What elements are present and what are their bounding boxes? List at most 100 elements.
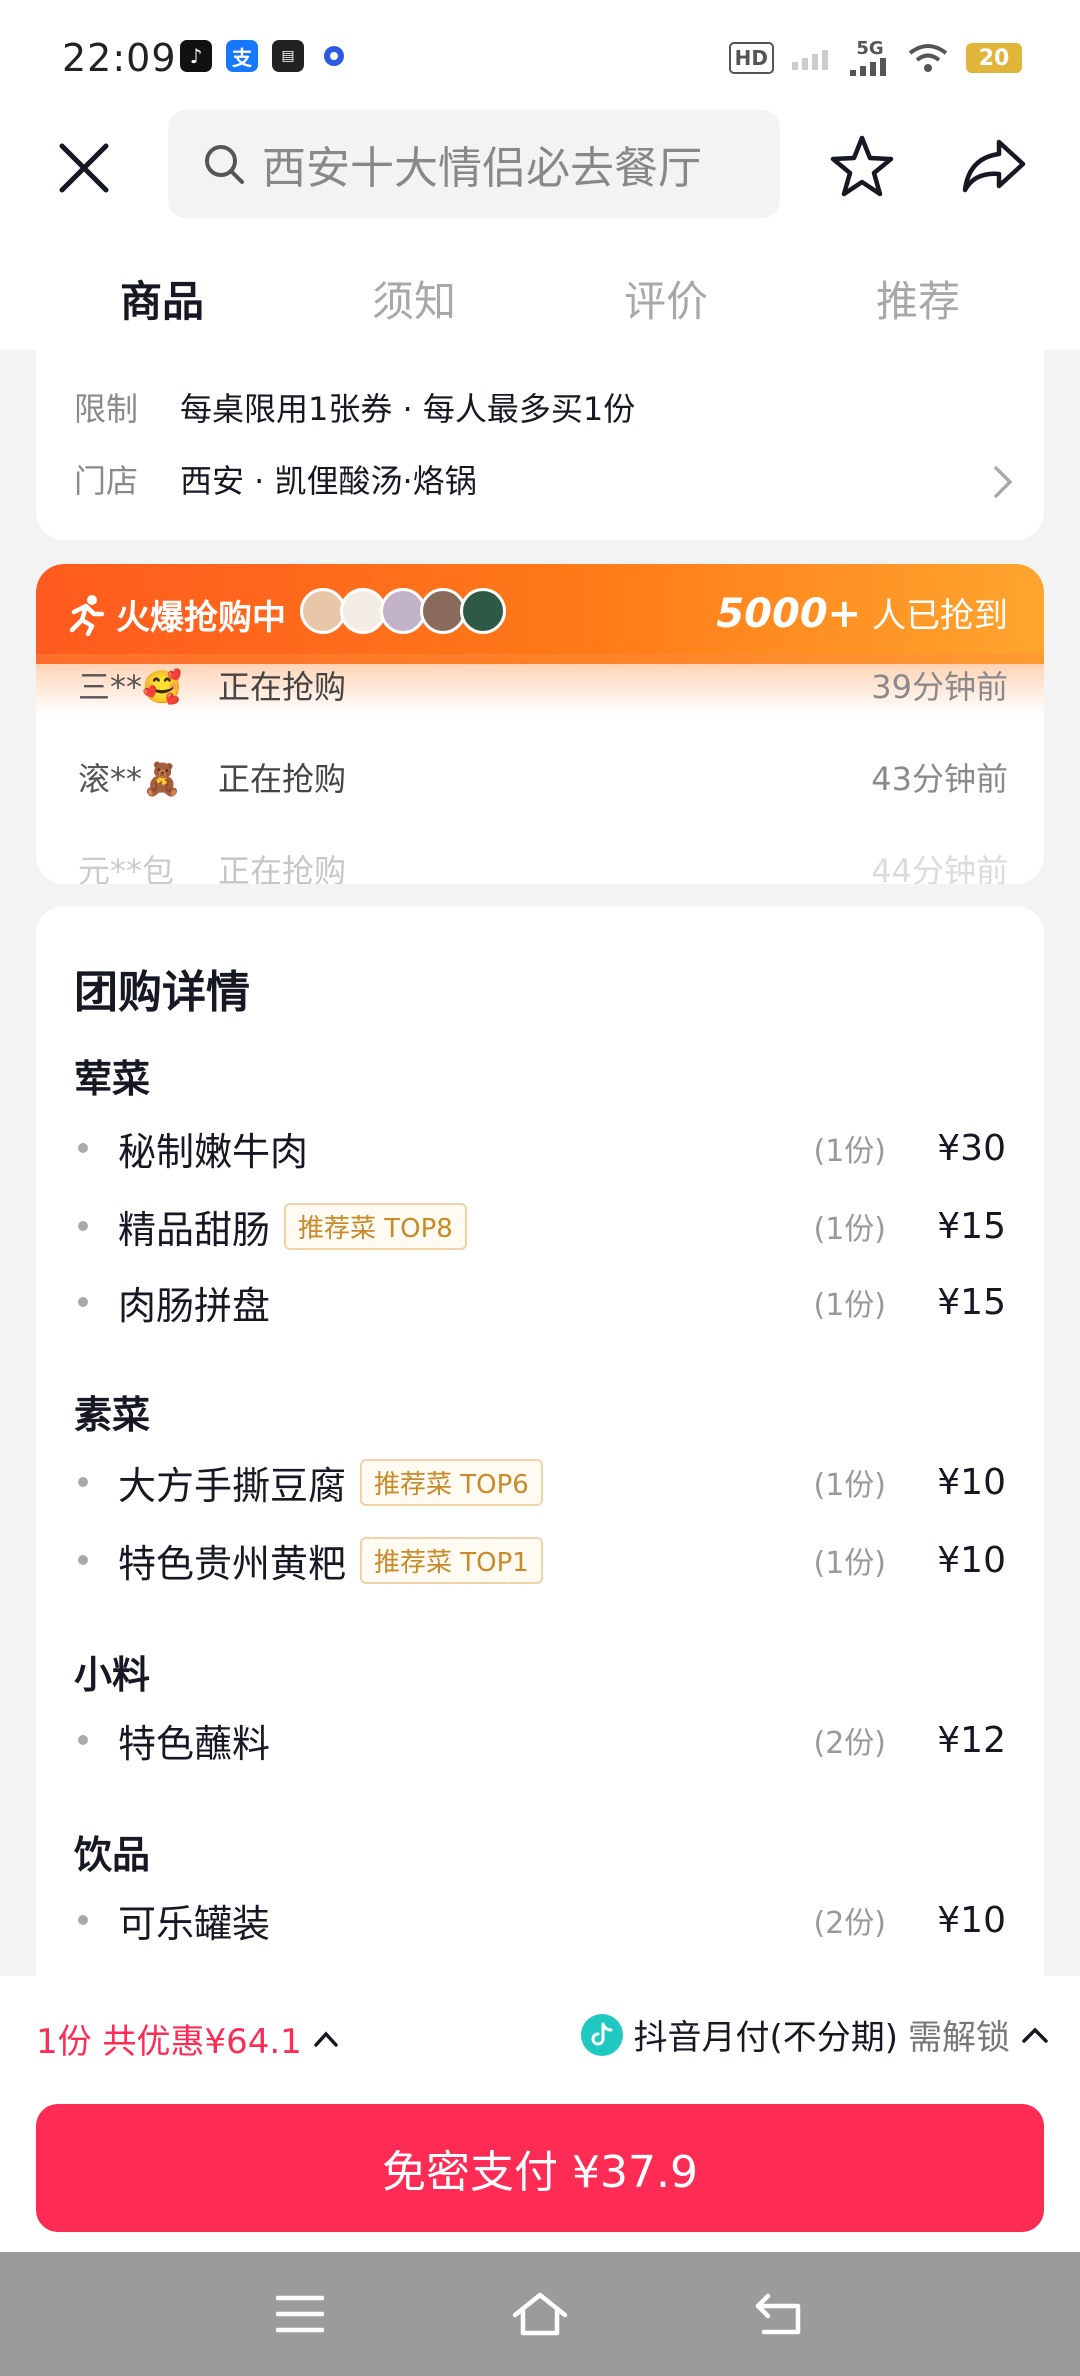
item-name: 特色蘸料 [118,1721,271,1766]
wifi-icon [908,44,948,72]
back-icon [755,2293,801,2335]
menu-icon [276,2295,324,2333]
buyer-count-text: 人已抢到 [861,596,1008,636]
buyer-name: 滚**🧸 [78,760,182,798]
item-name: 特色贵州黄粑 [118,1541,347,1586]
buyer-row: 滚**🧸 正在抢购 43分钟前 [78,754,1008,800]
chevron-right-icon[interactable] [992,464,1014,500]
section-title-sauce: 小料 [74,1653,151,1697]
pay-button[interactable]: 免密支付 ¥37.9 [36,2104,1044,2232]
item-qty: (1份) [813,1288,887,1323]
back-button[interactable] [740,2279,820,2349]
item-name: 秘制嫩牛肉 [118,1129,309,1174]
buyer-count: 5000+ 人已抢到 [716,588,1008,637]
recommend-tag: 推荐菜 TOP6 [360,1458,543,1506]
search-input[interactable]: 西安十大情侣必去餐厅 [168,110,780,218]
buyer-status: 正在抢购 [218,760,347,798]
buyer-name: 元**包 [78,852,175,884]
system-indicators: HD 5G 20 [728,40,1022,76]
chevron-up-icon [1022,2027,1048,2043]
avatar [460,588,506,634]
buyer-name: 三**🥰 [78,668,182,706]
hot-purchase-card: 火爆抢购中 5000+ 人已抢到 三**🥰 正在抢购 39分钟前 滚**🧸 正在… [36,564,1044,884]
douyin-app-icon: ♪ [180,40,212,72]
usage-info-card: 限制 每桌限用1张券 · 每人最多买1份 门店 西安 · 凯俚酸汤·烙锅 [36,326,1044,540]
buyer-status: 正在抢购 [218,668,347,706]
item-name: 精品甜肠 [118,1207,271,1252]
section-title-drinks: 饮品 [74,1833,151,1877]
section-title-meat: 荤菜 [74,1057,151,1101]
item-qty: (1份) [813,1546,887,1581]
recommend-tag: 推荐菜 TOP8 [284,1202,467,1250]
bullet-icon [78,1297,88,1307]
payment-method-selector[interactable]: 抖音月付(不分期) 需解锁 [581,2010,1050,2059]
unlock-label: 需解锁 [908,2018,1010,2058]
search-query: 西安十大情侣必去餐厅 [262,143,702,194]
buyer-row: 三**🥰 正在抢购 39分钟前 [78,662,1008,708]
home-icon [512,2292,568,2336]
limit-value: 每桌限用1张券 · 每人最多买1份 [180,390,636,428]
5g-signal-icon: 5G [850,40,890,76]
home-button[interactable] [500,2279,580,2349]
search-icon [202,141,248,187]
buyer-count-number: 5000+ [716,591,862,637]
favorite-button[interactable] [824,128,900,204]
alipay-app-icon: 支 [226,40,258,72]
item-price: ¥10 [937,1539,1006,1581]
buyer-avatars [300,588,506,634]
battery-icon: 20 [966,43,1022,73]
circle-app-icon [318,40,350,72]
list-item: 特色蘸料 (2份) ¥12 [74,1710,1006,1770]
bullet-icon [78,1555,88,1565]
buyer-time: 43分钟前 [871,760,1008,798]
item-name: 可乐罐装 [118,1901,271,1946]
menu-button[interactable] [260,2279,340,2349]
item-qty: (1份) [813,1134,887,1169]
store-value: 西安 · 凯俚酸汤·烙锅 [180,462,477,500]
bullet-icon [78,1915,88,1925]
chevron-up-icon [314,2030,338,2047]
share-button[interactable] [954,128,1034,204]
item-price: ¥15 [937,1205,1006,1247]
item-name: 大方手撕豆腐 [118,1463,347,1508]
item-price: ¥30 [937,1127,1006,1169]
bullet-icon [78,1735,88,1745]
list-item: 大方手撕豆腐 推荐菜 TOP6 (1份) ¥10 [74,1452,1006,1512]
section-title-veg: 素菜 [74,1393,151,1437]
buyer-status: 正在抢购 [218,852,347,884]
limit-label: 限制 [74,390,139,428]
list-item: 肉肠拼盘 (1份) ¥15 [74,1272,1006,1332]
bullet-icon [78,1477,88,1487]
list-item: 精品甜肠 推荐菜 TOP8 (1份) ¥15 [74,1196,1006,1256]
item-qty: (2份) [813,1726,887,1761]
hot-purchase-title: 火爆抢购中 [66,590,286,639]
status-bar: 22:09 ♪ 支 ▤ HD 5G 20 [0,0,1080,110]
signal-icon [792,50,828,70]
running-icon [69,594,105,636]
bullet-icon [78,1143,88,1153]
top-header: 西安十大情侣必去餐厅 [0,110,1080,242]
buyer-row: 元**包 正在抢购 44分钟前 [78,846,1008,884]
item-price: ¥10 [937,1461,1006,1503]
clock: 22:09 [62,36,177,80]
store-label: 门店 [74,462,139,500]
buyer-time: 39分钟前 [871,668,1008,706]
hot-title-text: 火爆抢购中 [116,598,286,638]
item-qty: (1份) [813,1468,887,1503]
store-row[interactable]: 门店 西安 · 凯俚酸汤·烙锅 [74,456,1004,502]
buyer-time: 44分钟前 [871,852,1008,884]
hd-icon: HD [728,42,774,74]
star-icon [830,135,894,197]
discount-summary[interactable]: 1份 共优惠¥64.1 [36,2014,340,2063]
limit-row: 限制 每桌限用1张券 · 每人最多买1份 [74,384,635,430]
list-item: 可乐罐装 (2份) ¥10 [74,1890,1006,1950]
notification-icons: ♪ 支 ▤ [180,40,350,72]
payment-method-label: 抖音月付(不分期) [633,2018,898,2058]
item-qty: (1份) [813,1212,887,1247]
douyin-pay-icon [581,2013,624,2056]
system-nav-bar [0,2252,1080,2376]
close-button[interactable] [48,132,120,204]
discount-text: 1份 共优惠¥64.1 [36,2022,302,2062]
item-price: ¥12 [937,1719,1006,1761]
detail-title: 团购详情 [74,967,250,1018]
